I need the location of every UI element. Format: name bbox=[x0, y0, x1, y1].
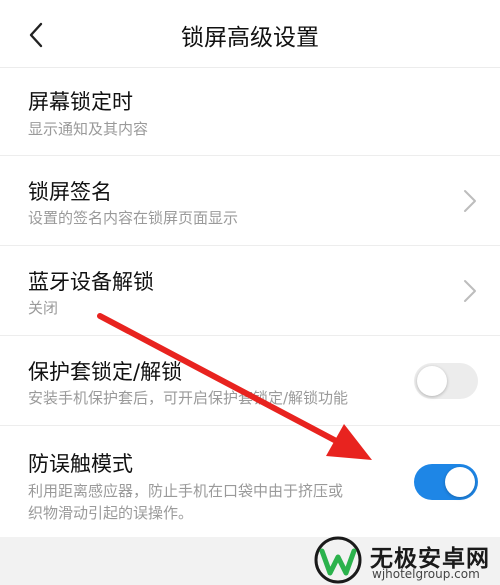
top-bar: 锁屏高级设置 bbox=[0, 0, 500, 68]
setting-screen-lock-time[interactable]: 屏幕锁定时 显示通知及其内容 bbox=[0, 68, 500, 156]
setting-subtitle: 显示通知及其内容 bbox=[28, 120, 149, 138]
setting-title: 保护套锁定/解锁 bbox=[28, 360, 183, 384]
setting-title: 防误触模式 bbox=[28, 452, 133, 476]
anti-mistouch-toggle[interactable] bbox=[414, 464, 478, 500]
setting-subtitle: 关闭 bbox=[28, 299, 59, 317]
setting-lockscreen-signature[interactable]: 锁屏签名 设置的签名内容在锁屏页面显示 bbox=[0, 156, 500, 246]
setting-title: 屏幕锁定时 bbox=[28, 90, 133, 114]
setting-subtitle: 安装手机保护套后，可开启保护套锁定/解锁功能 bbox=[28, 389, 349, 407]
toggle-knob bbox=[445, 467, 475, 497]
setting-anti-mistouch: 防误触模式 利用距离感应器，防止手机在口袋中由于挤压或 织物滑动引起的误操作。 bbox=[0, 426, 500, 537]
setting-subtitle: 设置的签名内容在锁屏页面显示 bbox=[28, 209, 239, 227]
chevron-right-icon bbox=[464, 190, 476, 212]
setting-title: 锁屏签名 bbox=[28, 180, 112, 204]
watermark-logo-icon bbox=[314, 536, 362, 584]
case-lock-toggle[interactable] bbox=[414, 363, 478, 399]
toggle-knob bbox=[417, 366, 447, 396]
setting-case-lock: 保护套锁定/解锁 安装手机保护套后，可开启保护套锁定/解锁功能 bbox=[0, 336, 500, 426]
setting-subtitle-line1: 利用距离感应器，防止手机在口袋中由于挤压或 bbox=[28, 482, 344, 500]
setting-subtitle-line2: 织物滑动引起的误操作。 bbox=[28, 504, 194, 522]
watermark-url: wjhotelgroup.com bbox=[372, 567, 480, 581]
chevron-right-icon bbox=[464, 280, 476, 302]
setting-title: 蓝牙设备解锁 bbox=[28, 270, 154, 294]
watermark: 无极安卓网 wjhotelgroup.com bbox=[312, 535, 500, 585]
page-title: 锁屏高级设置 bbox=[181, 25, 319, 51]
setting-bluetooth-unlock[interactable]: 蓝牙设备解锁 关闭 bbox=[0, 246, 500, 336]
